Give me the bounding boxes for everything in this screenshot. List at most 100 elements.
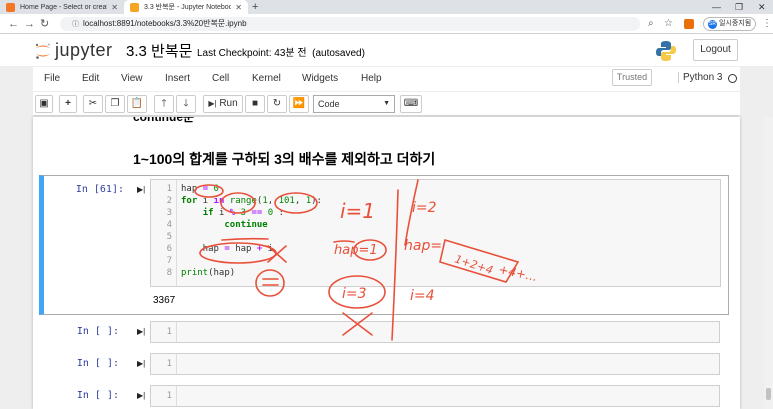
run-cell-icon[interactable]: ▶|: [137, 359, 145, 368]
back-icon[interactable]: ←: [8, 17, 19, 31]
code-editor[interactable]: 1: [150, 385, 720, 407]
code-line: print(hap): [181, 268, 236, 278]
browser-tab-notebook[interactable]: 3.3 반복문 - Jupyter Notebook ✕: [124, 0, 248, 14]
trusted-indicator[interactable]: Trusted: [612, 69, 652, 86]
code-editor[interactable]: 1: [150, 321, 720, 343]
code-cell-selected[interactable]: In [61]: ▶| 1 2 3 4 5 6 7 8 hap = 0 for …: [39, 175, 729, 315]
jupyter-logo[interactable]: jupyter: [34, 40, 113, 61]
menu-help[interactable]: Help: [361, 73, 382, 84]
profile-button[interactable]: SR 일시중지됨: [703, 17, 757, 31]
info-icon[interactable]: ⓘ: [72, 21, 79, 28]
forward-icon[interactable]: →: [24, 17, 35, 31]
step-forward-icon: ▶|: [208, 99, 217, 108]
bookmark-star-icon[interactable]: ☆: [664, 17, 673, 31]
run-cell-icon[interactable]: ▶|: [137, 391, 145, 400]
code-editor[interactable]: 1 2 3 4 5 6 7 8 hap = 0 for i in range(1…: [150, 179, 721, 287]
minimize-icon[interactable]: —: [712, 0, 721, 14]
code-editor[interactable]: 1: [150, 353, 720, 375]
scrollbar-thumb[interactable]: [766, 388, 771, 400]
jupyter-orb-icon: [35, 43, 50, 59]
line-number-gutter: 1: [151, 354, 177, 374]
run-cell-icon[interactable]: ▶|: [137, 327, 145, 336]
menu-view[interactable]: View: [121, 73, 143, 84]
plus-icon: +: [65, 98, 71, 109]
markdown-cut-text: continue문: [133, 117, 194, 123]
page-scrollbar[interactable]: [764, 117, 773, 409]
code-cell-empty[interactable]: In [ ]: ▶| 1: [39, 351, 729, 377]
menu-insert[interactable]: Insert: [165, 73, 190, 84]
checkpoint-status: Last Checkpoint: 43분 전 (autosaved): [197, 44, 365, 59]
line-number: 3: [166, 208, 172, 218]
cell-prompt: In [ ]:: [76, 326, 119, 337]
code-line: for i in range(1, 101, 1):: [181, 196, 322, 206]
line-number: 1: [166, 327, 172, 337]
notebook-toolbar: ▣ + ✂ ❐ 📋 🡑 🡓 ▶| Run ■ ↻ ⏩ Code ▼ ⌨: [33, 92, 740, 116]
close-tab-icon[interactable]: ✕: [235, 3, 242, 12]
cell-prompt: In [ ]:: [76, 390, 119, 401]
stop-icon: ■: [251, 98, 259, 109]
extension-icon[interactable]: [684, 19, 694, 29]
menu-file[interactable]: File: [44, 73, 60, 84]
browser-tab-home[interactable]: Home Page - Select or create a ✕: [0, 0, 124, 14]
menubar: File Edit View Insert Cell Kernel Widget…: [33, 67, 740, 91]
line-number-gutter: 1 2 3 4 5 6 7 8: [151, 180, 177, 286]
jupyter-header: jupyter 3.3 반복문 Last Checkpoint: 43분 전 (…: [0, 34, 773, 66]
line-number: 1: [166, 391, 172, 401]
reload-icon[interactable]: ↻: [40, 17, 49, 31]
run-label: Run: [219, 98, 238, 109]
tab-title: 3.3 반복문 - Jupyter Notebook: [144, 4, 232, 11]
command-palette-button[interactable]: ⌨: [400, 95, 422, 113]
copy-button[interactable]: ❐: [105, 95, 125, 113]
line-number: 2: [166, 196, 172, 206]
profile-label: 일시중지됨: [719, 20, 752, 27]
paste-button[interactable]: 📋: [127, 95, 147, 113]
url-text: localhost:8891/notebooks/3.3%20반복문.ipynb: [83, 19, 247, 28]
notebook-name[interactable]: 3.3 반복문: [126, 40, 192, 61]
line-number: 1: [166, 184, 172, 194]
tab-title: Home Page - Select or create a: [20, 3, 107, 11]
menu-edit[interactable]: Edit: [82, 73, 99, 84]
menu-widgets[interactable]: Widgets: [302, 73, 338, 84]
caret-down-icon: ▼: [383, 100, 390, 107]
menu-cell[interactable]: Cell: [212, 73, 229, 84]
cut-button[interactable]: ✂: [83, 95, 103, 113]
menu-kernel[interactable]: Kernel: [252, 73, 281, 84]
restart-button[interactable]: ↻: [267, 95, 287, 113]
interrupt-button[interactable]: ■: [245, 95, 265, 113]
zoom-icon[interactable]: ⌕: [648, 17, 654, 31]
restart-run-all-button[interactable]: ⏩: [289, 95, 309, 113]
close-tab-icon[interactable]: ✕: [111, 3, 118, 12]
cell-output: 3367: [153, 295, 176, 306]
kernel-name: Python 3: [678, 72, 722, 83]
run-button[interactable]: ▶| Run: [203, 95, 243, 113]
line-number: 4: [166, 220, 172, 230]
code-cell-empty[interactable]: In [ ]: ▶| 1: [39, 383, 729, 409]
logout-button[interactable]: Logout: [693, 39, 738, 61]
insert-cell-button[interactable]: +: [59, 95, 77, 113]
new-tab-button[interactable]: +: [252, 0, 258, 14]
scissors-icon: ✂: [88, 98, 98, 109]
cell-type-value: Code: [318, 99, 340, 109]
url-input[interactable]: ⓘ localhost:8891/notebooks/3.3%20반복문.ipyn…: [60, 17, 640, 31]
move-down-button[interactable]: 🡓: [176, 95, 196, 113]
arrow-up-icon: 🡑: [161, 98, 167, 109]
maximize-icon[interactable]: ❐: [735, 0, 743, 14]
run-cell-icon[interactable]: ▶|: [137, 185, 145, 194]
line-number: 7: [166, 256, 172, 266]
move-up-button[interactable]: 🡑: [154, 95, 174, 113]
close-window-icon[interactable]: ✕: [758, 0, 766, 14]
jupyter-favicon-icon: [6, 2, 15, 12]
browser-menu-icon[interactable]: ⋮: [762, 17, 772, 31]
browser-address-bar: ← → ↻ ⓘ localhost:8891/notebooks/3.3%20반복…: [0, 14, 773, 34]
code-cell-empty[interactable]: In [ ]: ▶| 1: [39, 319, 729, 345]
restart-icon: ↻: [272, 98, 282, 109]
code-line: if i % 3 == 0 :: [202, 208, 285, 218]
browser-tab-bar: Home Page - Select or create a ✕ 3.3 반복문…: [0, 0, 773, 14]
save-button[interactable]: ▣: [35, 95, 53, 113]
line-number: 8: [166, 268, 172, 278]
arrow-down-icon: 🡓: [183, 98, 189, 109]
markdown-heading: 1~100의 합계를 구하되 3의 배수를 제외하고 더하기: [133, 151, 436, 167]
cell-type-select[interactable]: Code ▼: [313, 95, 395, 113]
